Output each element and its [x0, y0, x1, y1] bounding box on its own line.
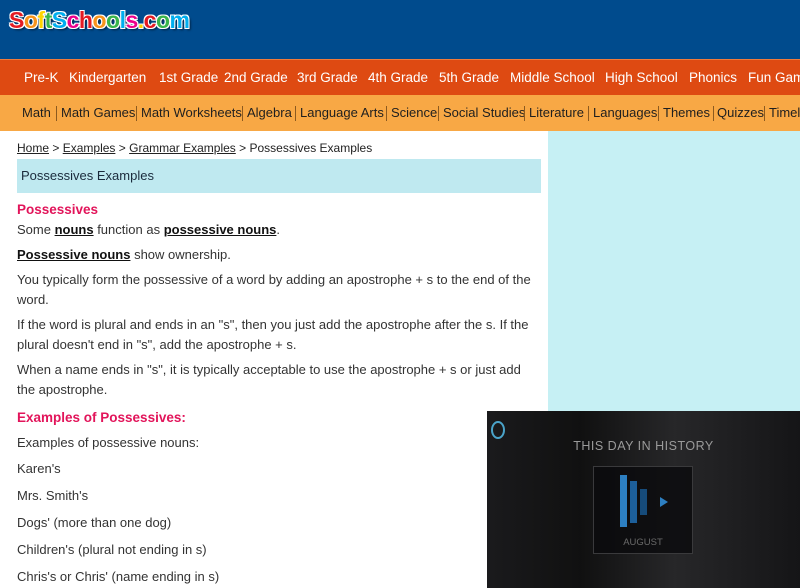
player-brand-icon [491, 421, 505, 439]
grade-nav-fun-games[interactable]: Fun Gam [748, 60, 800, 95]
subject-nav: Math Math Games Math Worksheets Algebra … [0, 95, 800, 131]
breadcrumb: Home > Examples > Grammar Examples > Pos… [17, 141, 372, 155]
nav-divider [295, 106, 296, 121]
subject-nav-timelines[interactable]: Timel [769, 95, 800, 131]
site-header: SoftSchools.com [0, 0, 800, 59]
grade-nav-kindergarten[interactable]: Kindergarten [69, 60, 146, 95]
logo-letter: f [37, 7, 45, 33]
grade-nav: Pre-K Kindergarten 1st Grade 2nd Grade 3… [0, 59, 800, 95]
logo-letter: s [125, 7, 138, 33]
logo-letter: o [23, 7, 38, 33]
nav-divider [56, 106, 57, 121]
breadcrumb-home[interactable]: Home [17, 141, 49, 155]
video-title: THIS DAY IN HISTORY [573, 439, 714, 453]
examples-intro: Examples of possessive nouns: [17, 435, 200, 450]
logo-letter: t [44, 7, 53, 33]
subject-nav-language-arts[interactable]: Language Arts [300, 95, 384, 131]
paragraph-text: Some [17, 222, 55, 237]
nav-divider [136, 106, 137, 121]
grade-nav-1st-grade[interactable]: 1st Grade [159, 60, 218, 95]
subject-nav-science[interactable]: Science [391, 95, 437, 131]
logo-letter: c [66, 7, 80, 33]
subject-nav-math-worksheets[interactable]: Math Worksheets [141, 95, 242, 131]
paragraph-text: function as [93, 222, 164, 237]
subject-nav-quizzes[interactable]: Quizzes [717, 95, 764, 131]
paragraph-2: Possessive nouns show ownership. [17, 245, 541, 265]
logo-letter: m [169, 7, 190, 33]
logo-letter: h [78, 7, 93, 33]
subject-nav-themes[interactable]: Themes [663, 95, 710, 131]
nav-divider [588, 106, 589, 121]
grade-nav-middle-school[interactable]: Middle School [510, 60, 595, 95]
grade-nav-pre-k[interactable]: Pre-K [24, 60, 59, 95]
play-icon [660, 497, 668, 507]
grade-nav-2nd-grade[interactable]: 2nd Grade [224, 60, 288, 95]
example-item: Dogs' (more than one dog) [17, 515, 172, 530]
link-possessive-nouns-2[interactable]: Possessive nouns [17, 247, 130, 262]
site-logo[interactable]: SoftSchools.com [9, 7, 190, 34]
breadcrumb-examples[interactable]: Examples [63, 141, 116, 155]
breadcrumb-grammar-examples[interactable]: Grammar Examples [129, 141, 236, 155]
logo-letter: o [106, 7, 120, 33]
example-item: Mrs. Smith's [17, 488, 89, 503]
video-thumbnail[interactable]: AUGUST [593, 466, 693, 554]
sidebar-ad-area [548, 131, 800, 411]
grade-nav-high-school[interactable]: High School [605, 60, 678, 95]
paragraph-text: show ownership. [130, 247, 231, 262]
grade-nav-5th-grade[interactable]: 5th Grade [439, 60, 499, 95]
paragraph-4: If the word is plural and ends in an "s"… [17, 317, 529, 352]
link-nouns[interactable]: nouns [55, 222, 94, 237]
breadcrumb-current: Possessives Examples [249, 141, 373, 155]
subject-nav-algebra[interactable]: Algebra [247, 95, 292, 131]
grade-nav-3rd-grade[interactable]: 3rd Grade [297, 60, 358, 95]
logo-letter: c [143, 7, 157, 33]
video-player[interactable]: THIS DAY IN HISTORY AUGUST [487, 411, 800, 588]
section-heading-examples: Examples of Possessives: [17, 410, 186, 425]
grade-nav-4th-grade[interactable]: 4th Grade [368, 60, 428, 95]
paragraph-3: You typically form the possessive of a w… [17, 272, 531, 307]
example-item: Children's (plural not ending in s) [17, 542, 207, 557]
subject-nav-math[interactable]: Math [22, 95, 51, 131]
example-item: Karen's [17, 461, 61, 476]
nav-divider [713, 106, 714, 121]
example-item: Chris's or Chris' (name ending in s) [17, 569, 220, 584]
subject-nav-social-studies[interactable]: Social Studies [443, 95, 525, 131]
logo-letter: o [155, 7, 170, 33]
logo-letter: S [51, 7, 67, 33]
page-title: Possessives Examples [17, 159, 541, 193]
nav-divider [764, 106, 765, 121]
history-logo-icon [620, 473, 668, 531]
nav-divider [658, 106, 659, 121]
breadcrumb-separator: > [239, 141, 247, 155]
subject-nav-languages[interactable]: Languages [593, 95, 657, 131]
nav-divider [524, 106, 525, 121]
nav-divider [438, 106, 439, 121]
logo-letter: S [9, 7, 24, 33]
paragraph-text: . [276, 222, 281, 237]
video-month-label: AUGUST [623, 537, 663, 548]
nav-divider [242, 106, 243, 121]
breadcrumb-separator: > [52, 141, 60, 155]
grade-nav-phonics[interactable]: Phonics [689, 60, 737, 95]
paragraph-1: Some nouns function as possessive nouns. [17, 220, 541, 240]
logo-letter: o [92, 7, 107, 33]
paragraph-5: When a name ends in "s", it is typically… [17, 362, 521, 397]
subject-nav-literature[interactable]: Literature [529, 95, 584, 131]
nav-divider [386, 106, 387, 121]
breadcrumb-separator: > [118, 141, 126, 155]
section-heading-possessives: Possessives [17, 202, 99, 217]
subject-nav-math-games[interactable]: Math Games [61, 95, 135, 131]
link-possessive-nouns[interactable]: possessive nouns [164, 222, 277, 237]
